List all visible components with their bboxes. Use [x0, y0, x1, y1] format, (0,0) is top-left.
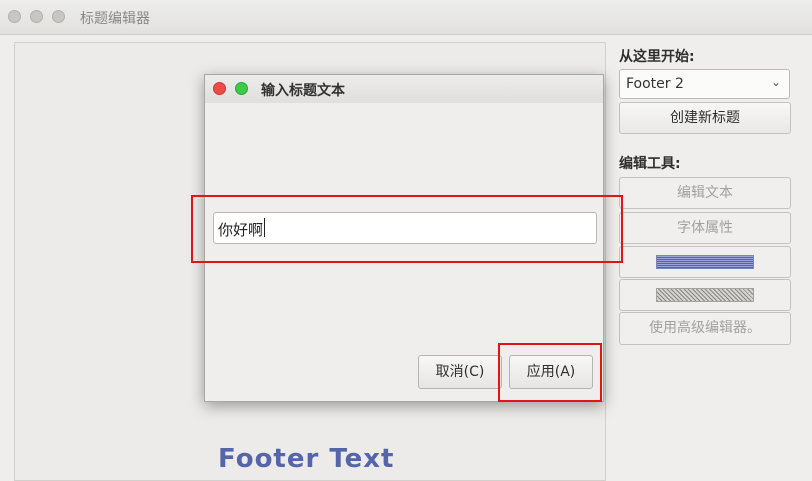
template-select[interactable]: Footer 2 ⌄	[619, 69, 790, 99]
create-title-button[interactable]: 创建新标题	[619, 102, 791, 134]
dialog-title: 输入标题文本	[261, 83, 345, 99]
title-editor-window: 标题编辑器 Footer Text 从这里开始: Footer 2 ⌄ 创建新标…	[0, 0, 812, 481]
dialog-titlebar[interactable]: 输入标题文本	[205, 75, 603, 103]
window-titlebar[interactable]: 标题编辑器	[0, 0, 812, 35]
outline-color-button[interactable]	[619, 279, 791, 311]
footer-text-preview[interactable]: Footer Text	[218, 444, 394, 474]
tools-label: 编辑工具:	[619, 156, 681, 172]
apply-highlight-box	[498, 343, 602, 402]
outline-swatch	[656, 288, 754, 302]
maximize-dialog-icon[interactable]	[235, 82, 248, 95]
chevron-down-icon: ⌄	[770, 75, 781, 89]
font-properties-button[interactable]: 字体属性	[619, 212, 791, 244]
advanced-editor-button[interactable]: 使用高级编辑器。	[619, 312, 791, 345]
start-label: 从这里开始:	[619, 49, 695, 65]
minimize-window-icon[interactable]	[30, 10, 43, 23]
maximize-window-icon[interactable]	[52, 10, 65, 23]
input-highlight-box	[191, 195, 623, 263]
fill-color-button[interactable]	[619, 246, 791, 278]
close-dialog-icon[interactable]	[213, 82, 226, 95]
fill-swatch	[656, 255, 754, 269]
cancel-button[interactable]: 取消(C)	[418, 355, 502, 389]
close-window-icon[interactable]	[8, 10, 21, 23]
edit-text-button[interactable]: 编辑文本	[619, 177, 791, 209]
template-select-value: Footer 2	[626, 76, 684, 92]
window-title: 标题编辑器	[80, 11, 150, 27]
